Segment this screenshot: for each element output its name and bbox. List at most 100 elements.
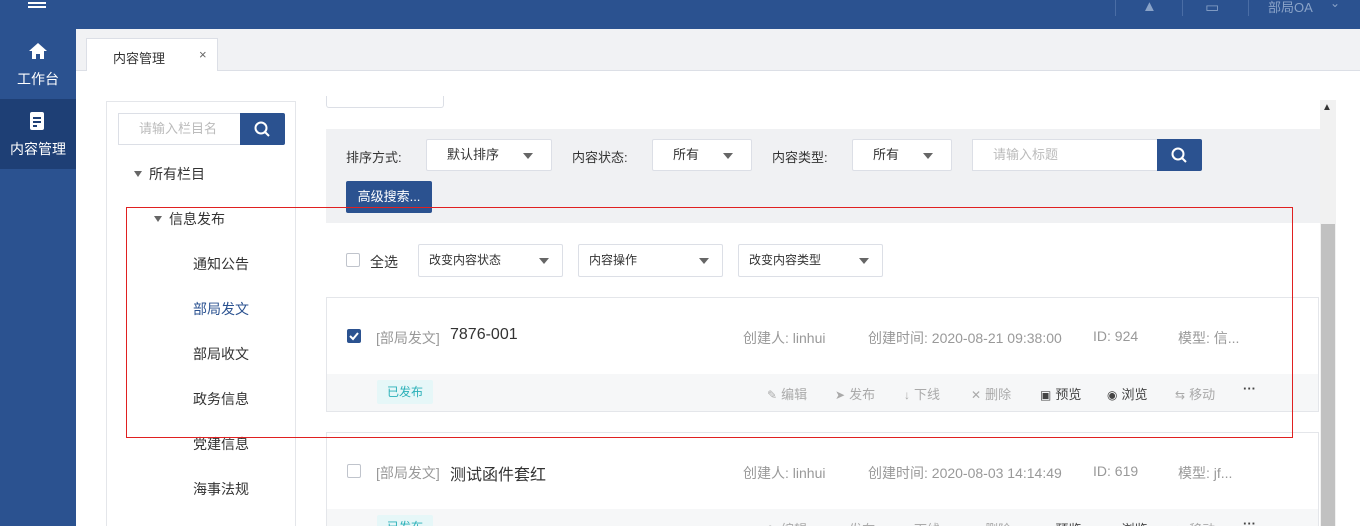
caret-down-icon [859, 258, 869, 264]
tab-content-management[interactable]: 内容管理 × [86, 38, 218, 71]
scrollbar[interactable]: ▲ [1320, 100, 1336, 526]
category-search-button[interactable] [240, 113, 285, 145]
search-icon [1171, 147, 1187, 163]
tree-node-root[interactable]: 所有栏目 [134, 164, 205, 184]
publish-button[interactable]: ➤发布 [835, 519, 875, 526]
card-header: [部局发文] 测试函件套红 创建人: linhui 创建时间: 2020-08-… [327, 433, 1318, 509]
status-badge: 已发布 [377, 515, 434, 526]
category-search-input[interactable]: 请输入栏目名 [118, 113, 241, 145]
tree-node-item[interactable]: 通知公告 [193, 254, 249, 274]
scroll-up-icon[interactable]: ▲ [1322, 102, 1332, 113]
divider [1115, 0, 1116, 16]
caret-down-icon [523, 153, 533, 159]
browse-button[interactable]: ◉浏览 [1107, 519, 1148, 526]
close-icon: ✕ [971, 388, 982, 402]
close-icon[interactable]: × [199, 47, 207, 62]
row-created-time: 创建时间: 2020-08-21 09:38:00 [868, 330, 1062, 346]
offline-button[interactable]: ↓下线 [904, 384, 940, 403]
status-badge: 已发布 [377, 380, 434, 404]
type-select[interactable]: 所有 [852, 139, 952, 171]
row-title[interactable]: 7876-001 [450, 326, 518, 344]
search-icon [254, 121, 270, 137]
tree-node-item-selected[interactable]: 部局发文 [193, 299, 249, 319]
tree-node-item[interactable]: 部局收文 [193, 344, 249, 364]
edit-button[interactable]: ✎编辑 [767, 519, 807, 526]
delete-button[interactable]: ✕删除 [971, 384, 1011, 403]
caret-down-icon [539, 258, 549, 264]
row-created-time: 创建时间: 2020-08-03 14:14:49 [868, 465, 1062, 481]
scrollbar-thumb[interactable] [1321, 224, 1335, 526]
more-button[interactable]: ··· [1243, 381, 1256, 396]
row-model: 模型: 信... [1178, 330, 1240, 346]
caret-down-icon[interactable] [134, 171, 142, 177]
row-id: ID: 924 [1093, 328, 1139, 344]
edit-icon: ✎ [767, 388, 778, 402]
row-title[interactable]: 测试函件套红 [450, 461, 546, 485]
status-select[interactable]: 所有 [652, 139, 752, 171]
publish-button[interactable]: ➤发布 [835, 384, 875, 403]
tree-node-item[interactable]: 海事法规 [193, 479, 249, 499]
tree-node-info-publish[interactable]: 信息发布 [154, 209, 225, 229]
monitor-icon[interactable]: ▭ [1205, 0, 1219, 16]
document-edit-icon [30, 112, 44, 130]
tree-node-item[interactable]: 政务信息 [193, 389, 249, 409]
content-card: [部局发文] 测试函件套红 创建人: linhui 创建时间: 2020-08-… [326, 432, 1319, 526]
browse-button[interactable]: ◉浏览 [1107, 384, 1148, 403]
divider [1248, 0, 1249, 16]
sidebar: 工作台 内容管理 [0, 29, 76, 526]
sort-select[interactable]: 默认排序 [426, 139, 552, 171]
arrow-down-icon: ↓ [904, 388, 910, 402]
title-search-button[interactable] [1157, 139, 1202, 171]
sidebar-item-label: 内容管理 [10, 141, 66, 157]
menu-icon[interactable] [28, 0, 48, 14]
more-button[interactable]: ··· [1243, 516, 1256, 526]
content-ops-select[interactable]: 内容操作 [578, 244, 723, 277]
caret-down-icon [923, 153, 933, 159]
title-search-input[interactable]: 请输入标题 [972, 139, 1158, 171]
row-category: [部局发文] [376, 465, 440, 481]
bell-icon[interactable]: ▲ [1142, 0, 1157, 15]
move-button[interactable]: ⇆移动 [1175, 519, 1215, 526]
change-type-select[interactable]: 改变内容类型 [738, 244, 883, 277]
advanced-search-button[interactable]: 高级搜索... [346, 181, 432, 213]
offline-button[interactable]: ↓下线 [904, 519, 940, 526]
row-creator: 创建人: linhui [743, 465, 826, 481]
user-menu[interactable]: 部局OA [1268, 0, 1313, 16]
chevron-down-icon[interactable]: ⌄ [1330, 0, 1340, 10]
partial-control [326, 96, 444, 108]
tab-strip: 内容管理 × [76, 29, 1360, 71]
content-card: [部局发文] 7876-001 创建人: linhui 创建时间: 2020-0… [326, 297, 1319, 412]
select-all-checkbox[interactable] [346, 253, 360, 267]
tab-label: 内容管理 [113, 51, 166, 66]
preview-button[interactable]: ▣预览 [1040, 519, 1081, 526]
select-all-label: 全选 [370, 254, 398, 270]
delete-button[interactable]: ✕删除 [971, 519, 1011, 526]
top-bar: ▲ ▭ 部局OA ⌄ [0, 0, 1360, 29]
file-icon: ▣ [1040, 388, 1052, 402]
row-checkbox[interactable] [347, 464, 361, 478]
category-tree-panel: 请输入栏目名 所有栏目 信息发布 通知公告 部局发文 部局收文 政务信息 党建信… [106, 101, 296, 526]
edit-button[interactable]: ✎编辑 [767, 384, 807, 403]
status-label: 内容状态: [572, 150, 628, 165]
row-model: 模型: jf... [1178, 465, 1233, 481]
tree-node-item[interactable]: 党建信息 [193, 434, 249, 454]
card-actions: 已发布 ✎编辑 ➤发布 ↓下线 ✕删除 ▣预览 ◉浏览 ⇆移动 ··· [327, 374, 1318, 411]
sort-label: 排序方式: [346, 150, 402, 165]
sidebar-item-workbench[interactable]: 工作台 [0, 29, 76, 99]
sidebar-item-content-management[interactable]: 内容管理 [0, 99, 76, 169]
swap-icon: ⇆ [1175, 388, 1186, 402]
filter-bar: 排序方式: 默认排序 内容状态: 所有 内容类型: 所有 请输入标题 高级搜索.… [326, 129, 1320, 223]
move-button[interactable]: ⇆移动 [1175, 384, 1215, 403]
send-icon: ➤ [835, 388, 846, 402]
caret-down-icon [699, 258, 709, 264]
divider [1182, 0, 1183, 16]
bulk-actions-bar: 全选 改变内容状态 内容操作 改变内容类型 [326, 244, 1320, 278]
sidebar-item-label: 工作台 [17, 71, 59, 87]
preview-button[interactable]: ▣预览 [1040, 384, 1081, 403]
change-status-select[interactable]: 改变内容状态 [418, 244, 563, 277]
row-creator: 创建人: linhui [743, 330, 826, 346]
type-label: 内容类型: [772, 150, 828, 165]
row-checkbox[interactable] [347, 329, 361, 343]
card-header: [部局发文] 7876-001 创建人: linhui 创建时间: 2020-0… [327, 298, 1318, 374]
caret-down-icon[interactable] [154, 216, 162, 222]
